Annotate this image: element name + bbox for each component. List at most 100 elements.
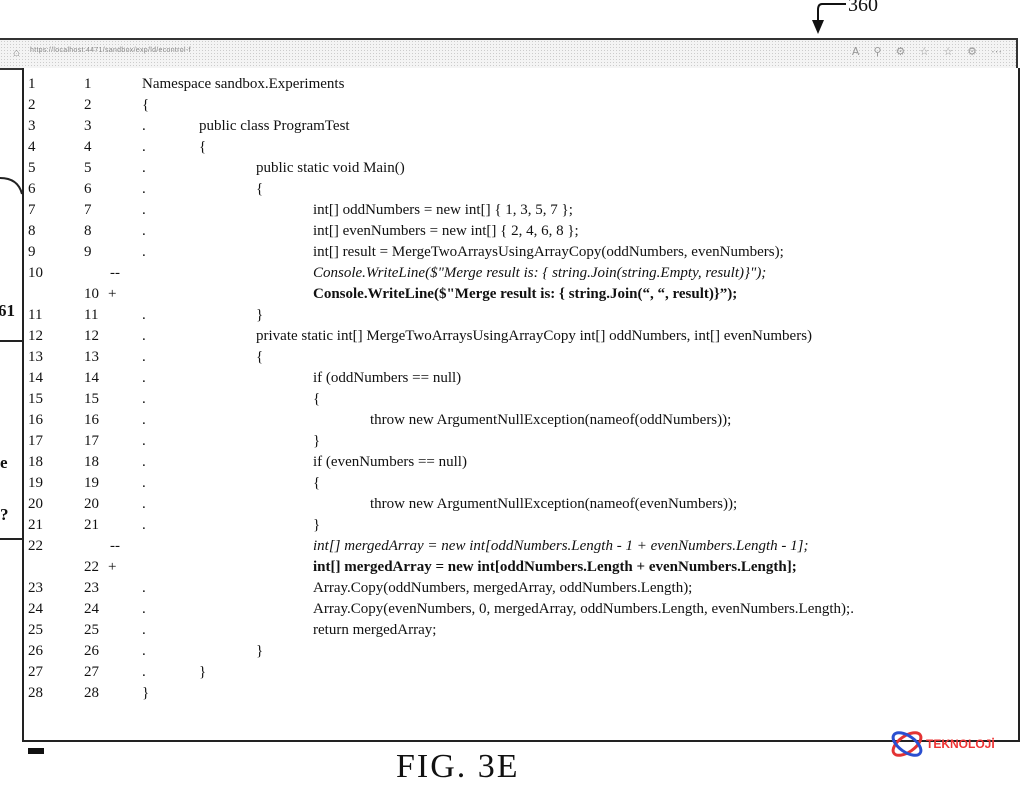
new-line-number: 13: [84, 349, 99, 365]
new-line-number: 28: [84, 685, 99, 701]
code-text: throw new ArgumentNullException(nameof(o…: [370, 412, 732, 428]
code-text: public class ProgramTest: [199, 118, 350, 134]
address-bar[interactable]: https://localhost:4471/sandbox/exp/ld/ec…: [30, 47, 191, 54]
code-text: {: [199, 139, 207, 155]
code-text: int[] oddNumbers = new int[] { 1, 3, 5, …: [313, 202, 573, 218]
code-line: 6 6. {: [24, 179, 1014, 200]
old-line-number: 17: [28, 433, 43, 449]
new-line-number: 9: [84, 244, 92, 260]
old-line-number: 21: [28, 517, 43, 533]
read-aloud-icon[interactable]: A: [852, 45, 860, 58]
code-line: 24 24. Array.Copy(evenNumbers, 0, mergedAr…: [24, 599, 1014, 620]
figure-caption: FIG. 3E: [396, 748, 520, 785]
code-line: 13 13. {: [24, 347, 1014, 368]
removed-line: 22 -- int[] mergedArray = new int[oddNumbe…: [24, 536, 1014, 557]
code-line: 1 1 Namespace sandbox.Experiments: [24, 74, 1014, 95]
logo-text: TEKNOLOJİ: [926, 737, 995, 751]
old-line-number: 8: [28, 223, 36, 239]
code-text: }: [142, 685, 150, 701]
code-text: Console.WriteLine($"Merge result is: { s…: [313, 265, 767, 281]
old-line-number: 2: [28, 97, 36, 113]
old-line-number: 28: [28, 685, 43, 701]
side-fragment: e: [0, 453, 8, 472]
new-line-number: 5: [84, 160, 92, 176]
new-line-number: 26: [84, 643, 99, 659]
code-text: return mergedArray;: [313, 622, 437, 638]
code-line: 25 25. return mergedArray;: [24, 620, 1014, 641]
home-icon[interactable]: ⌂: [13, 47, 20, 59]
old-line-number: 5: [28, 160, 36, 176]
code-text: if (oddNumbers == null): [313, 370, 462, 386]
more-icon[interactable]: ⋯: [991, 45, 1002, 58]
toolbar-icons: A ⚲ ⚙ ☆ ☆ ⚙ ⋯: [852, 45, 1002, 58]
code-text: {: [256, 349, 264, 365]
settings-icon[interactable]: ⚙: [967, 45, 977, 58]
new-line-number: 14: [84, 370, 99, 386]
code-text: {: [142, 97, 150, 113]
code-text: int[] result = MergeTwoArraysUsingArrayC…: [313, 244, 784, 260]
code-line: 27 27.}: [24, 662, 1014, 683]
favorite-icon[interactable]: ☆: [919, 45, 929, 58]
old-line-number: 15: [28, 391, 43, 407]
old-line-number: 6: [28, 181, 36, 197]
diff-dot: .: [142, 475, 146, 491]
old-line-number: 18: [28, 454, 43, 470]
old-line-number: 14: [28, 370, 43, 386]
code-line: 5 5. public static void Main(): [24, 158, 1014, 179]
added-line: 10 + Console.WriteLine($"Merge result is: …: [24, 284, 1014, 305]
code-text: }: [313, 433, 321, 449]
diff-dot: .: [142, 223, 146, 239]
diff-dot: .: [142, 181, 146, 197]
new-line-number: 25: [84, 622, 99, 638]
old-line-number: 13: [28, 349, 43, 365]
new-line-number: 23: [84, 580, 99, 596]
new-line-number: 18: [84, 454, 99, 470]
code-text: {: [313, 391, 321, 407]
code-text: Console.WriteLine($"Merge result is: { s…: [313, 286, 738, 302]
old-line-number: 16: [28, 412, 43, 428]
diff-marker: +: [108, 559, 117, 575]
diff-dot: .: [142, 496, 146, 512]
new-line-number: 16: [84, 412, 99, 428]
new-line-number: 12: [84, 328, 99, 344]
code-line: 4 4. {: [24, 137, 1014, 158]
new-line-number: 3: [84, 118, 92, 134]
code-text: int[] mergedArray = new int[oddNumbers.L…: [313, 538, 809, 554]
code-text: }: [313, 517, 321, 533]
code-text: {: [313, 475, 321, 491]
removed-line: 10 -- Console.WriteLine($"Merge result is:…: [24, 263, 1014, 284]
code-text: if (evenNumbers == null): [313, 454, 467, 470]
diff-dot: .: [142, 370, 146, 386]
code-line: 12 12. private static int[] MergeTwoArrays…: [24, 326, 1014, 347]
diff-dot: .: [142, 664, 146, 680]
new-line-number: 24: [84, 601, 99, 617]
new-line-number: 7: [84, 202, 92, 218]
code-line: 9 9. int[] result = MergeTwoArraysUsingArr…: [24, 242, 1014, 263]
code-line: 2 2 {: [24, 95, 1014, 116]
code-line: 7 7. int[] oddNumbers = new int[] { 1, 3, …: [24, 200, 1014, 221]
collections-icon[interactable]: ☆: [943, 45, 953, 58]
diff-dot: .: [142, 580, 146, 596]
code-text: throw new ArgumentNullException(nameof(e…: [370, 496, 738, 512]
divider-line: [0, 538, 22, 540]
new-line-number: 20: [84, 496, 99, 512]
new-line-number: 4: [84, 139, 92, 155]
code-line: 23 23. Array.Copy(oddNumbers, mergedArray,…: [24, 578, 1014, 599]
old-line-number: 24: [28, 601, 43, 617]
extensions-icon[interactable]: ⚙: [896, 45, 906, 58]
new-line-number: 15: [84, 391, 99, 407]
diff-dot: .: [142, 349, 146, 365]
old-line-number: 23: [28, 580, 43, 596]
diff-dot: .: [142, 412, 146, 428]
diff-dot: .: [142, 160, 146, 176]
code-text: private static int[] MergeTwoArraysUsing…: [256, 328, 813, 344]
code-line: 19 19. {: [24, 473, 1014, 494]
new-line-number: 21: [84, 517, 99, 533]
side-fragment: ?: [0, 505, 9, 524]
bracket-line: [0, 177, 23, 195]
figure-reference-number: 360: [848, 0, 878, 16]
new-line-number: 19: [84, 475, 99, 491]
old-line-number: 10: [28, 265, 43, 281]
tick-mark: [28, 748, 44, 754]
zoom-icon[interactable]: ⚲: [873, 45, 881, 58]
